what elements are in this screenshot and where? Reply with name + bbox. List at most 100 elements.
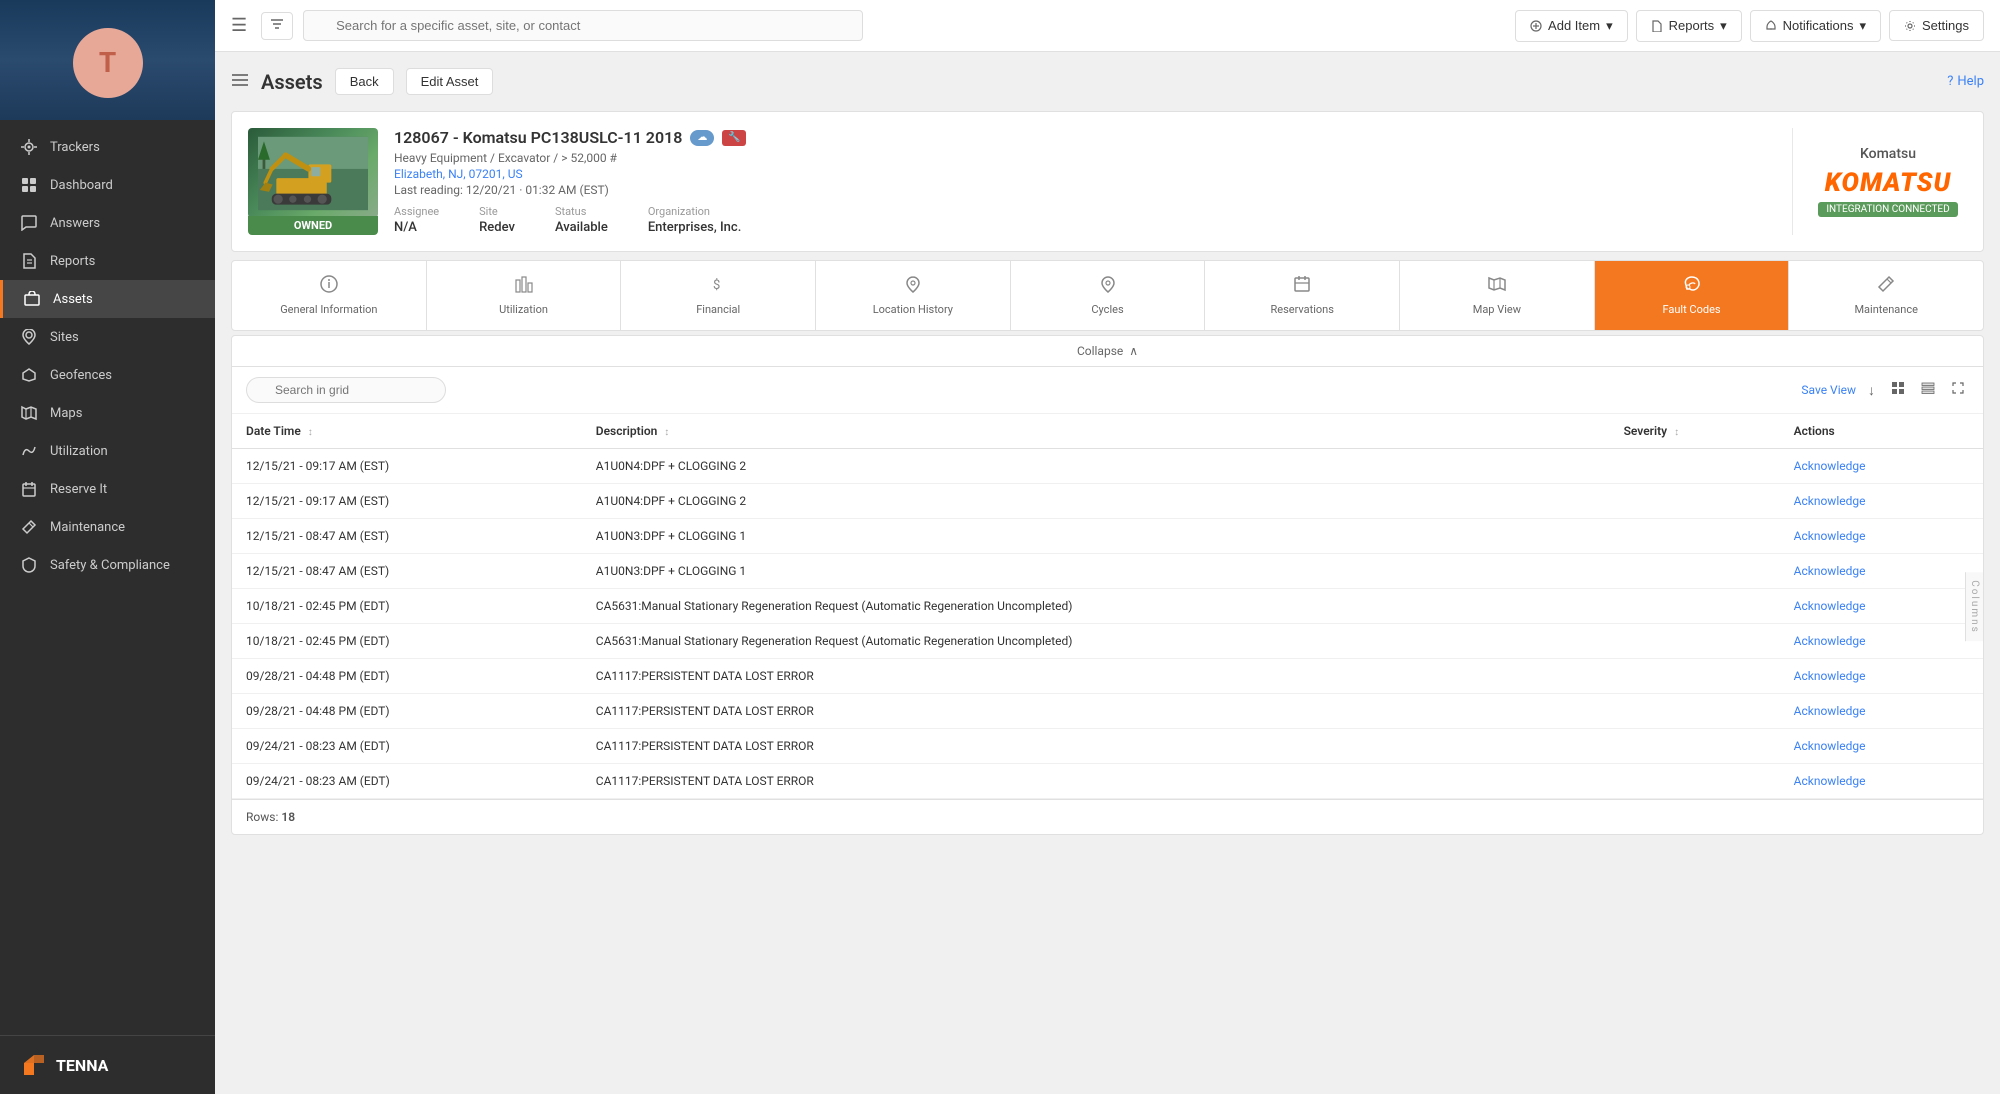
sidebar-label-utilization: Utilization <box>50 444 108 459</box>
cell-description-9: CA1117:PERSISTENT DATA LOST ERROR <box>582 764 1610 799</box>
tab-fault-codes-label: Fault Codes <box>1662 303 1720 316</box>
cell-severity-7 <box>1610 694 1780 729</box>
cell-datetime-8: 09/24/21 - 08:23 AM (EDT) <box>232 729 582 764</box>
sort-datetime-icon: ↕ <box>308 427 313 438</box>
table-row: 09/24/21 - 08:23 AM (EDT) CA1117:PERSIST… <box>232 764 1983 799</box>
sidebar-item-sites[interactable]: Sites <box>0 318 215 356</box>
tab-financial[interactable]: $ Financial <box>621 261 816 330</box>
tab-cycles-label: Cycles <box>1091 303 1123 316</box>
cell-datetime-0: 12/15/21 - 09:17 AM (EST) <box>232 449 582 484</box>
sidebar-item-safety[interactable]: Safety & Compliance <box>0 546 215 584</box>
sidebar-item-reports[interactable]: Reports <box>0 242 215 280</box>
cell-action-2: Acknowledge <box>1780 519 1983 554</box>
notifications-button[interactable]: Notifications ▾ <box>1750 10 1881 42</box>
avatar: T <box>73 28 143 98</box>
acknowledge-button-0[interactable]: Acknowledge <box>1794 459 1866 473</box>
cell-severity-5 <box>1610 624 1780 659</box>
acknowledge-button-8[interactable]: Acknowledge <box>1794 739 1866 753</box>
acknowledge-button-6[interactable]: Acknowledge <box>1794 669 1866 683</box>
reports-button[interactable]: Reports ▾ <box>1636 10 1742 42</box>
sidebar-item-maintenance[interactable]: Maintenance <box>0 508 215 546</box>
tab-cycles[interactable]: Cycles <box>1011 261 1206 330</box>
cell-action-8: Acknowledge <box>1780 729 1983 764</box>
sidebar-item-answers[interactable]: Answers <box>0 204 215 242</box>
cell-description-2: A1U0N3:DPF + CLOGGING 1 <box>582 519 1610 554</box>
grid-toolbar-right: Save View ↓ <box>1801 377 1969 403</box>
acknowledge-button-2[interactable]: Acknowledge <box>1794 529 1866 543</box>
table-row: 12/15/21 - 08:47 AM (EST) A1U0N3:DPF + C… <box>232 554 1983 589</box>
cell-severity-9 <box>1610 764 1780 799</box>
grid-view-icon[interactable] <box>1887 377 1909 403</box>
tab-fault-codes[interactable]: Fault Codes <box>1595 261 1790 330</box>
safety-icon <box>20 556 38 574</box>
asset-location[interactable]: Elizabeth, NJ, 07201, US <box>394 167 1792 181</box>
tab-financial-icon: $ <box>709 275 727 297</box>
acknowledge-button-3[interactable]: Acknowledge <box>1794 564 1866 578</box>
sidebar-item-maps[interactable]: Maps <box>0 394 215 432</box>
status-label: Status <box>555 205 608 218</box>
collapse-bar[interactable]: Collapse ∧ <box>232 336 1983 367</box>
asset-site: Site Redev <box>479 205 515 235</box>
table-row: 09/24/21 - 08:23 AM (EDT) CA1117:PERSIST… <box>232 729 1983 764</box>
acknowledge-button-4[interactable]: Acknowledge <box>1794 599 1866 613</box>
sidebar-item-trackers[interactable]: Trackers <box>0 128 215 166</box>
edit-asset-button[interactable]: Edit Asset <box>406 68 494 95</box>
acknowledge-button-5[interactable]: Acknowledge <box>1794 634 1866 648</box>
notifications-chevron: ▾ <box>1859 18 1866 34</box>
asset-status: Status Available <box>555 205 608 235</box>
columns-handle[interactable]: Columns <box>1965 572 1983 642</box>
site-label: Site <box>479 205 515 218</box>
filter-icon[interactable] <box>261 12 293 40</box>
sidebar-footer: TENNA <box>0 1035 215 1094</box>
sidebar-item-dashboard[interactable]: Dashboard <box>0 166 215 204</box>
download-icon[interactable]: ↓ <box>1864 378 1879 403</box>
menu-icon[interactable]: ☰ <box>231 15 247 36</box>
grid-search-input[interactable] <box>246 377 446 403</box>
help-link[interactable]: ? Help <box>1947 74 1984 89</box>
rows-count: Rows: 18 <box>232 799 1983 834</box>
sidebar-item-geofences[interactable]: Geofences <box>0 356 215 394</box>
answers-icon <box>20 214 38 232</box>
dashboard-icon <box>20 176 38 194</box>
tab-general[interactable]: General Information <box>232 261 427 330</box>
acknowledge-button-9[interactable]: Acknowledge <box>1794 774 1866 788</box>
acknowledge-button-7[interactable]: Acknowledge <box>1794 704 1866 718</box>
sidebar-item-reserve-it[interactable]: Reserve It <box>0 470 215 508</box>
settings-button[interactable]: Settings <box>1889 10 1984 41</box>
table-row: 12/15/21 - 09:17 AM (EST) A1U0N4:DPF + C… <box>232 449 1983 484</box>
tab-location-history[interactable]: Location History <box>816 261 1011 330</box>
tab-maintenance-icon <box>1877 275 1895 297</box>
cell-action-6: Acknowledge <box>1780 659 1983 694</box>
main-area: ☰ 🔍 Add Item ▾ Reports ▾ Notificat <box>215 0 2000 1094</box>
save-view-button[interactable]: Save View <box>1801 383 1856 397</box>
tab-maintenance[interactable]: Maintenance <box>1789 261 1983 330</box>
list-view-icon[interactable] <box>1917 377 1939 403</box>
search-input[interactable] <box>303 10 863 41</box>
sidebar-item-assets[interactable]: Assets <box>0 280 215 318</box>
sidebar-item-utilization[interactable]: Utilization <box>0 432 215 470</box>
tabs-row: General Information Utilization $ Financ… <box>231 260 1984 331</box>
cell-datetime-1: 12/15/21 - 09:17 AM (EST) <box>232 484 582 519</box>
integration-badge: INTEGRATION CONNECTED <box>1818 202 1957 217</box>
back-button[interactable]: Back <box>335 68 394 95</box>
add-item-button[interactable]: Add Item ▾ <box>1515 10 1628 42</box>
col-datetime[interactable]: Date Time ↕ <box>232 414 582 449</box>
sidebar: T Trackers Dashboard Answers <box>0 0 215 1094</box>
sidebar-label-geofences: Geofences <box>50 368 112 383</box>
tab-reservations[interactable]: Reservations <box>1205 261 1400 330</box>
tenna-logo: TENNA <box>20 1051 108 1079</box>
tab-map-view[interactable]: Map View <box>1400 261 1595 330</box>
asset-fields: Assignee N/A Site Redev Status Available <box>394 205 1792 235</box>
tab-reservations-icon <box>1293 275 1311 297</box>
asset-assignee: Assignee N/A <box>394 205 439 235</box>
acknowledge-button-1[interactable]: Acknowledge <box>1794 494 1866 508</box>
table-row: 12/15/21 - 09:17 AM (EST) A1U0N4:DPF + C… <box>232 484 1983 519</box>
tab-utilization[interactable]: Utilization <box>427 261 622 330</box>
expand-icon[interactable] <box>1947 377 1969 403</box>
owned-badge: OWNED <box>248 216 378 235</box>
sidebar-top: T <box>0 0 215 120</box>
col-severity[interactable]: Severity ↕ <box>1610 414 1780 449</box>
col-description[interactable]: Description ↕ <box>582 414 1610 449</box>
sidebar-label-trackers: Trackers <box>50 140 100 155</box>
trackers-icon <box>20 138 38 156</box>
